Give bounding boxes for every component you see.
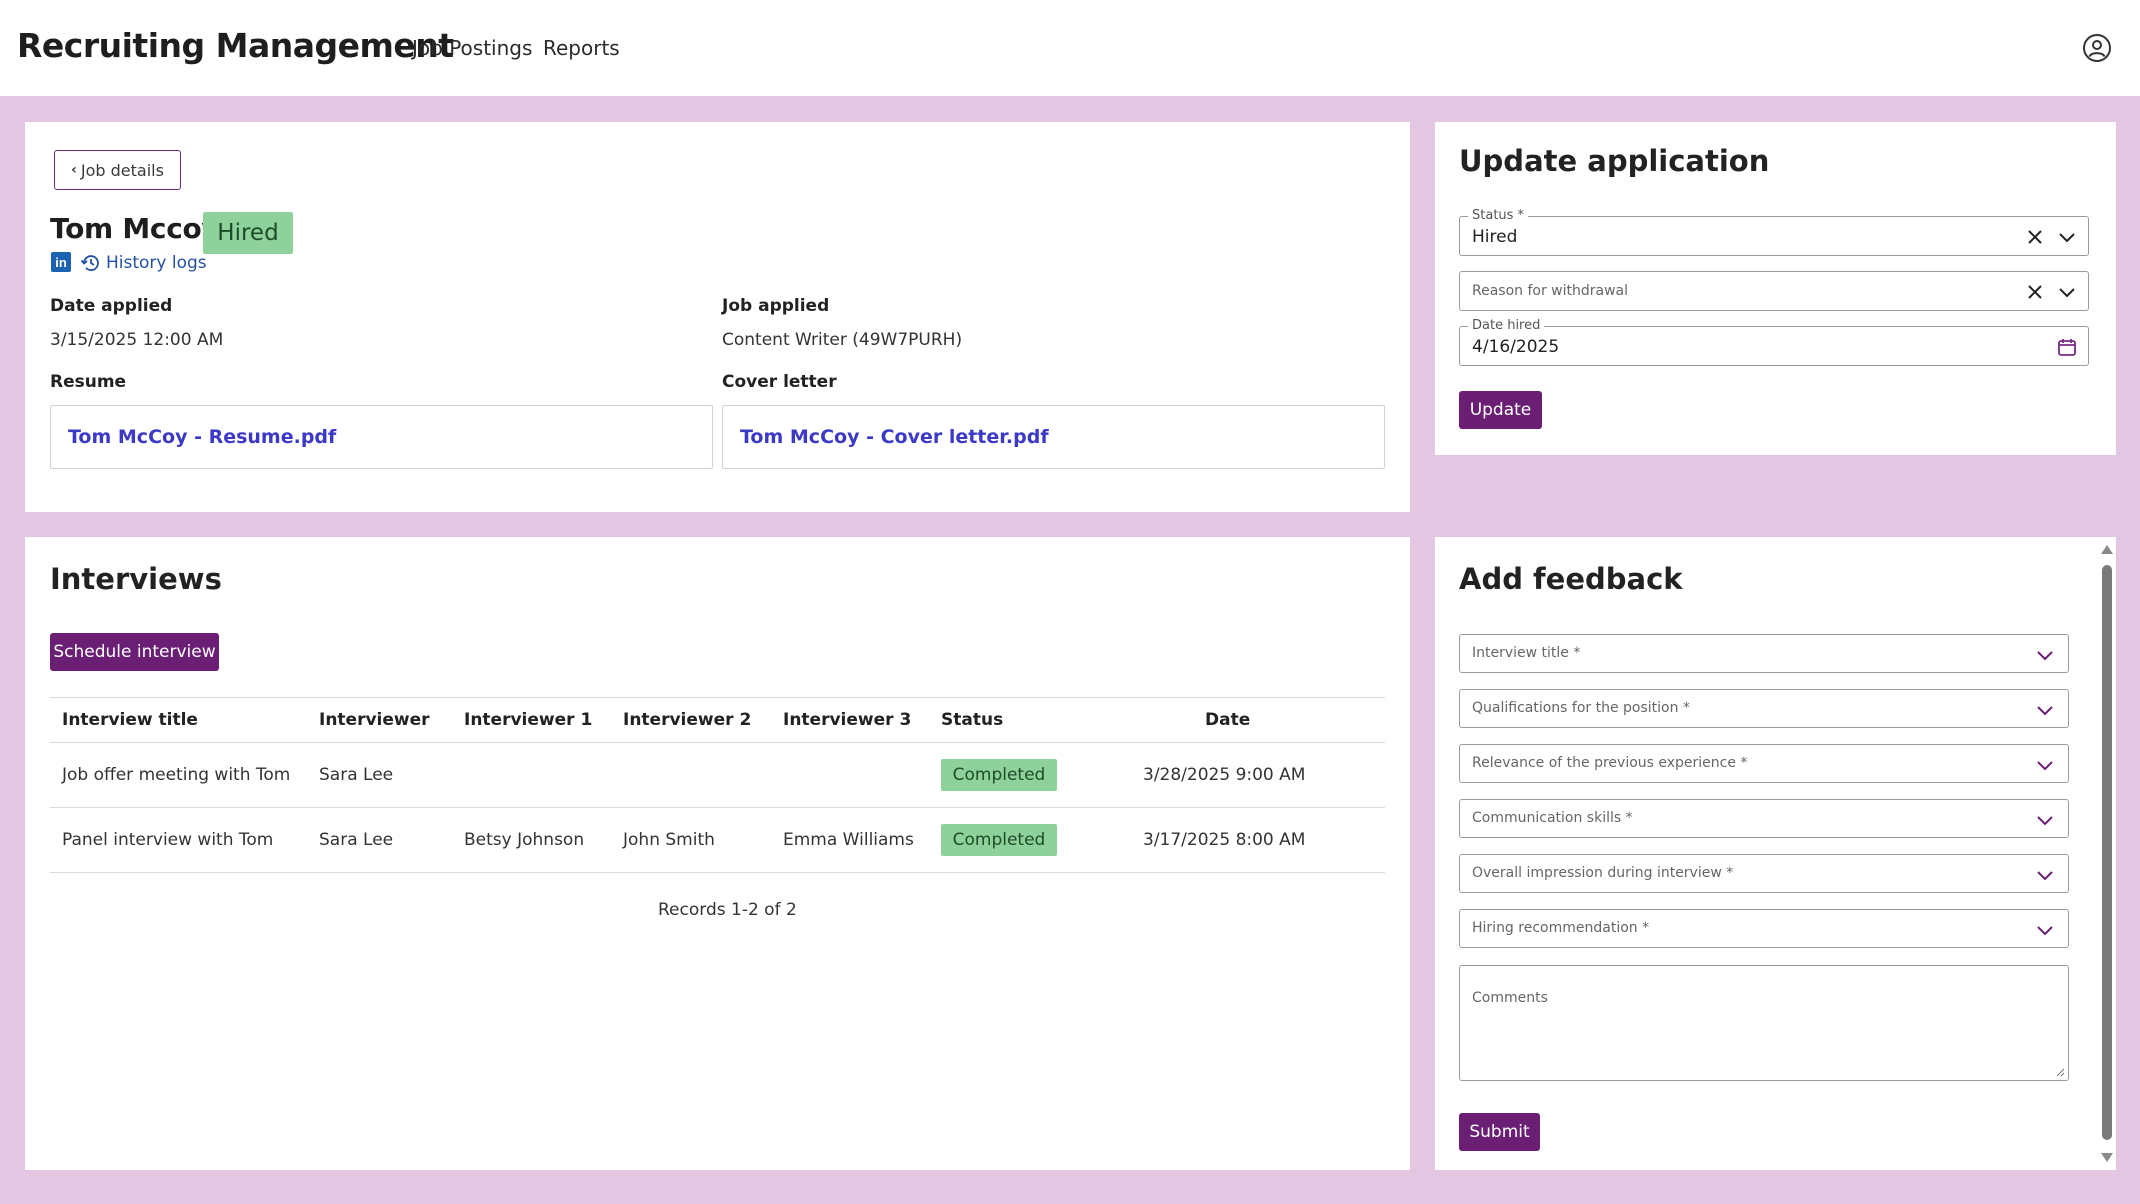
nav-reports[interactable]: Reports xyxy=(543,36,620,60)
status-badge: Hired xyxy=(203,212,293,254)
linkedin-icon[interactable]: in xyxy=(51,252,71,272)
withdrawal-reason-select[interactable]: Reason for withdrawal xyxy=(1459,271,2089,311)
scroll-thumb[interactable] xyxy=(2102,565,2112,1140)
date-hired-value: 4/16/2025 xyxy=(1472,337,1560,357)
chevron-down-icon xyxy=(2037,926,2053,936)
interview-title-select[interactable]: Interview title * xyxy=(1459,634,2069,673)
column-interviewer-3[interactable]: Interviewer 3 xyxy=(783,698,911,742)
cell-status: Completed xyxy=(941,743,1057,807)
calendar-icon[interactable] xyxy=(2056,336,2078,358)
chevron-down-icon[interactable] xyxy=(2056,226,2078,248)
chevron-down-icon[interactable] xyxy=(2056,281,2078,303)
column-interview-title[interactable]: Interview title xyxy=(62,698,198,742)
chevron-down-icon xyxy=(2037,816,2053,826)
status-select-value: Hired xyxy=(1472,227,1518,247)
resume-file-box: Tom McCoy - Resume.pdf xyxy=(50,405,713,469)
cell-interview-title: Job offer meeting with Tom xyxy=(62,765,291,785)
feedback-scrollbar[interactable] xyxy=(2097,537,2116,1170)
submit-button[interactable]: Submit xyxy=(1459,1113,1540,1151)
cover-letter-file-box: Tom McCoy - Cover letter.pdf xyxy=(722,405,1385,469)
cell-date: 3/28/2025 9:00 AM xyxy=(1143,765,1306,785)
chevron-down-icon xyxy=(2037,871,2053,881)
cover-letter-label: Cover letter xyxy=(722,372,837,392)
cell-interviewer-2: John Smith xyxy=(623,830,715,850)
date-hired-field[interactable]: Date hired 4/16/2025 xyxy=(1459,318,2089,366)
column-status[interactable]: Status xyxy=(941,698,1003,742)
status-badge: Completed xyxy=(941,824,1057,856)
job-applied-label: Job applied xyxy=(722,296,830,316)
nav-job-postings[interactable]: Job Postings xyxy=(412,36,532,60)
table-header: Interview title Interviewer Interviewer … xyxy=(50,697,1385,743)
records-count: Records 1-2 of 2 xyxy=(658,900,797,920)
update-application-card: Update application Status * Hired Reason… xyxy=(1435,122,2116,455)
resume-file-link[interactable]: Tom McCoy - Resume.pdf xyxy=(68,426,336,448)
scroll-up-arrow-icon[interactable] xyxy=(2101,545,2113,554)
comments-placeholder: Comments xyxy=(1472,990,1548,1006)
communication-skills-select[interactable]: Communication skills * xyxy=(1459,799,2069,838)
schedule-interview-button[interactable]: Schedule interview xyxy=(50,633,219,671)
qualifications-select[interactable]: Qualifications for the position * xyxy=(1459,689,2069,728)
cell-status: Completed xyxy=(941,808,1057,872)
column-interviewer-2[interactable]: Interviewer 2 xyxy=(623,698,751,742)
date-applied-value: 3/15/2025 12:00 AM xyxy=(50,330,224,350)
hiring-recommendation-placeholder: Hiring recommendation * xyxy=(1472,920,1650,936)
history-icon xyxy=(80,255,99,271)
communication-skills-placeholder: Communication skills * xyxy=(1472,810,1633,826)
cell-interviewer: Sara Lee xyxy=(319,765,394,785)
cell-interviewer-1: Betsy Johnson xyxy=(464,830,585,850)
cell-interview-title: Panel interview with Tom xyxy=(62,830,274,850)
history-logs-link[interactable]: History logs xyxy=(80,252,207,274)
overall-impression-select[interactable]: Overall impression during interview * xyxy=(1459,854,2069,893)
chevron-down-icon xyxy=(2037,761,2053,771)
interview-title-placeholder: Interview title * xyxy=(1472,645,1581,661)
clear-icon[interactable] xyxy=(2024,281,2046,303)
cell-interviewer: Sara Lee xyxy=(319,830,394,850)
scroll-down-arrow-icon[interactable] xyxy=(2101,1153,2113,1162)
column-interviewer-1[interactable]: Interviewer 1 xyxy=(464,698,592,742)
date-applied-label: Date applied xyxy=(50,296,173,316)
application-card: ‹ Job details Tom Mccoy Hired in History… xyxy=(25,122,1410,512)
user-circle-icon[interactable] xyxy=(2082,33,2112,63)
experience-relevance-placeholder: Relevance of the previous experience * xyxy=(1472,755,1748,771)
update-button[interactable]: Update xyxy=(1459,391,1542,429)
cell-interviewer-3: Emma Williams xyxy=(783,830,914,850)
comments-textarea[interactable]: Comments xyxy=(1459,965,2069,1081)
table-row[interactable]: Job offer meeting with Tom Sara Lee Comp… xyxy=(50,743,1385,808)
status-select-label: Status * xyxy=(1468,208,1529,223)
chevron-left-icon: ‹ xyxy=(71,162,77,178)
status-badge: Completed xyxy=(941,759,1057,791)
date-hired-label: Date hired xyxy=(1468,318,1545,333)
status-select[interactable]: Status * Hired xyxy=(1459,208,2089,256)
chevron-down-icon xyxy=(2037,651,2053,661)
candidate-name: Tom Mccoy xyxy=(50,212,220,245)
app-title: Recruiting Management xyxy=(17,26,454,65)
add-feedback-heading: Add feedback xyxy=(1459,562,1683,596)
column-interviewer[interactable]: Interviewer xyxy=(319,698,430,742)
interviews-table: Interview title Interviewer Interviewer … xyxy=(50,697,1385,873)
hiring-recommendation-select[interactable]: Hiring recommendation * xyxy=(1459,909,2069,948)
qualifications-placeholder: Qualifications for the position * xyxy=(1472,700,1690,716)
job-applied-value: Content Writer (49W7PURH) xyxy=(722,330,963,350)
history-logs-label: History logs xyxy=(106,253,207,273)
add-feedback-card: Add feedback Interview title * Qualifica… xyxy=(1435,537,2116,1170)
column-date[interactable]: Date xyxy=(1205,698,1250,742)
resume-label: Resume xyxy=(50,372,127,392)
interviews-card: Interviews Schedule interview Interview … xyxy=(25,537,1410,1170)
back-button-label: Job details xyxy=(80,160,164,180)
experience-relevance-select[interactable]: Relevance of the previous experience * xyxy=(1459,744,2069,783)
resize-grip-icon[interactable] xyxy=(2055,1067,2065,1077)
update-application-heading: Update application xyxy=(1459,144,1770,178)
overall-impression-placeholder: Overall impression during interview * xyxy=(1472,865,1734,881)
interviews-heading: Interviews xyxy=(50,562,222,596)
chevron-down-icon xyxy=(2037,706,2053,716)
cover-letter-file-link[interactable]: Tom McCoy - Cover letter.pdf xyxy=(740,426,1049,448)
withdrawal-reason-placeholder: Reason for withdrawal xyxy=(1472,283,1629,299)
table-row[interactable]: Panel interview with Tom Sara Lee Betsy … xyxy=(50,808,1385,873)
clear-icon[interactable] xyxy=(2024,226,2046,248)
job-details-back-button[interactable]: ‹ Job details xyxy=(54,150,181,190)
cell-date: 3/17/2025 8:00 AM xyxy=(1143,830,1306,850)
top-bar: Recruiting Management Job Postings Repor… xyxy=(0,0,2140,96)
